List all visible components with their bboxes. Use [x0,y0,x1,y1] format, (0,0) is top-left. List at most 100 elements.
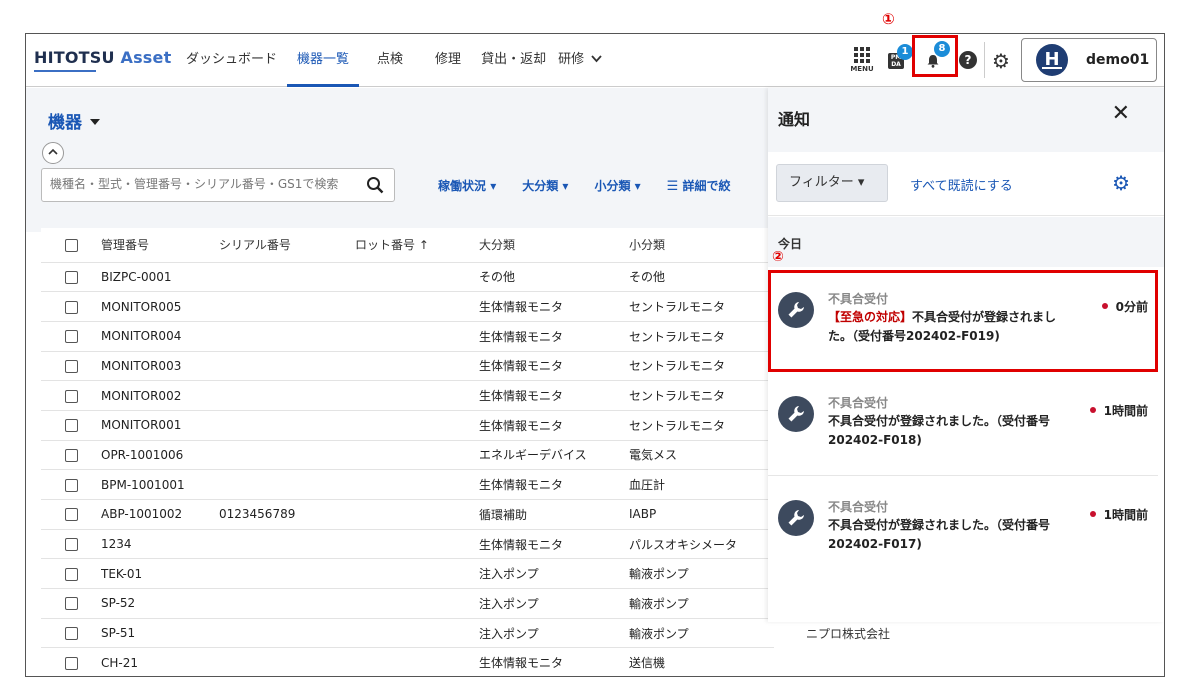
table-row[interactable]: BPM-1001001 生体情報モニタ 血圧計 [41,469,774,500]
logo[interactable]: HITOTSU Asset [34,48,171,67]
table-row[interactable]: MONITOR004 生体情報モニタ セントラルモニタ [41,321,774,352]
cell-lot-number [355,618,479,649]
panel-toolbar: フィルター ▾ すべて既読にする ⚙ [768,152,1164,216]
menu-label: MENU [850,65,874,73]
table-row[interactable]: MONITOR003 生体情報モニタ セントラルモニタ [41,351,774,382]
cell-minor-category: 輸液ポンプ [629,618,774,649]
notification-item[interactable]: 不具合受付 不具合受付が登録されました。（受付番号202402-F017) 1時… [768,478,1158,580]
select-all-checkbox[interactable] [64,238,78,252]
notification-settings-gear-icon[interactable]: ⚙ [1112,171,1130,195]
cell-major-category: 生体情報モニタ [479,380,629,411]
row-checkbox[interactable] [64,478,78,492]
cell-major-category: 生体情報モニタ [479,321,629,352]
cell-manufacturer: ニプロ株式会社 [806,627,891,642]
cell-management-number: SP-52 [101,588,219,619]
col-major-category[interactable]: 大分類 [479,228,629,263]
cell-minor-category: 輸液ポンプ [629,588,774,619]
unread-dot [1089,407,1096,413]
help-icon[interactable]: ? [959,51,977,69]
row-checkbox[interactable] [64,627,78,641]
close-icon[interactable]: ✕ [1112,102,1130,126]
cell-management-number: MONITOR004 [101,321,219,352]
row-checkbox[interactable] [64,656,78,670]
table-row[interactable]: TEK-01 注入ポンプ 輸液ポンプ [41,558,774,590]
cell-lot-number [355,499,479,530]
nav-training-label: 研修 [558,52,585,67]
settings-gear-icon[interactable]: ⚙ [992,49,1010,73]
cell-lot-number [355,410,479,441]
nav-training[interactable]: 研修 [552,34,608,87]
notification-message: 不具合受付が登録されました。（受付番号202402-F018) [828,412,1058,450]
notification-message: 不具合受付が登録されました。（受付番号202402-F017) [828,516,1058,554]
cell-major-category: 循環補助 [479,499,629,530]
row-checkbox[interactable] [64,270,78,284]
search-input[interactable] [50,177,356,191]
notification-item[interactable]: 不具合受付 不具合受付が登録されました。（受付番号202402-F018) 1時… [768,374,1158,476]
cell-serial-number [219,380,355,411]
notification-item[interactable]: 不具合受付 【至急の対応】不具合受付が登録されました。（受付番号202402-F… [768,270,1158,372]
col-lot-number[interactable]: ロット番号 ↑ [355,228,479,263]
table-row[interactable]: SP-52 注入ポンプ 輸液ポンプ [41,588,774,619]
col-management-number[interactable]: 管理番号 [101,228,219,263]
cell-serial-number [219,647,355,676]
col-minor-category[interactable]: 小分類 [629,228,774,263]
cell-minor-category: IABP [629,499,774,530]
row-checkbox[interactable] [64,419,78,433]
wrench-icon [778,292,814,328]
urgent-tag: 【至急の対応】 [828,310,913,324]
menu-button[interactable]: MENU [849,47,875,73]
cell-major-category: 注入ポンプ [479,588,629,619]
row-checkbox-cell [41,499,101,530]
page-title[interactable]: 機器 [48,108,100,133]
row-checkbox[interactable] [64,538,78,552]
search-icon[interactable] [366,176,384,194]
pmda-icon[interactable]: PM DA 1 [888,44,913,69]
table-row[interactable]: MONITOR005 生体情報モニタ セントラルモニタ [41,291,774,322]
filter-detail[interactable]: ☰ 詳細で絞 [667,177,731,194]
logo-sub: Asset [120,48,172,67]
filter-major[interactable]: 大分類 ▾ [522,177,568,194]
table-row[interactable]: OPR-1001006 エネルギーデバイス 電気メス [41,440,774,471]
table-row[interactable]: CH-21 生体情報モニタ 送信機 [41,647,774,676]
cell-minor-category: セントラルモニタ [629,380,774,411]
cell-serial-number [219,410,355,441]
notification-bell-button[interactable]: 8 [912,35,958,77]
nav-lending[interactable]: 貸出・返却 [475,34,552,87]
row-checkbox[interactable] [64,448,78,462]
row-checkbox-cell [41,291,101,322]
filter-status[interactable]: 稼働状況 ▾ [438,177,496,194]
cell-lot-number [355,558,479,590]
table-row[interactable]: BIZPC-0001 その他 その他 [41,262,774,293]
mark-all-read-link[interactable]: すべて既読にする [910,175,1013,194]
nav-repair[interactable]: 修理 [421,34,475,87]
main-nav: ダッシュボード 機器一覧 点検 修理 貸出・返却 研修 [176,34,608,87]
row-checkbox[interactable] [64,567,78,581]
cell-serial-number [219,440,355,471]
today-section: 今日 ② [768,217,1164,267]
user-menu-button[interactable]: H demo01 [1021,38,1157,82]
cell-serial-number [219,558,355,590]
row-checkbox[interactable] [64,508,78,522]
notification-filter-button[interactable]: フィルター ▾ [776,164,888,202]
row-checkbox[interactable] [64,300,78,314]
collapse-button[interactable] [42,142,64,164]
row-checkbox[interactable] [64,597,78,611]
col-serial-number[interactable]: シリアル番号 [219,228,355,263]
table-row[interactable]: 1234 生体情報モニタ パルスオキシメータ [41,529,774,560]
cell-management-number: 1234 [101,529,219,560]
table-row[interactable]: MONITOR001 生体情報モニタ セントラルモニタ [41,410,774,441]
table-row[interactable]: SP-51 注入ポンプ 輸液ポンプ [41,618,774,649]
filter-detail-label: 詳細で絞 [682,179,731,193]
row-checkbox[interactable] [64,359,78,373]
table-row[interactable]: MONITOR002 生体情報モニタ セントラルモニタ [41,380,774,411]
notification-badge: 8 [934,41,950,57]
nav-inspection[interactable]: 点検 [359,34,421,87]
nav-dashboard[interactable]: ダッシュボード [176,34,287,87]
app-window: HITOTSU Asset ダッシュボード 機器一覧 点検 修理 貸出・返却 研… [25,33,1165,677]
filter-minor[interactable]: 小分類 ▾ [594,177,640,194]
nav-device-list[interactable]: 機器一覧 [287,34,360,87]
table-row[interactable]: ABP-1001002 0123456789 循環補助 IABP [41,499,774,530]
row-checkbox[interactable] [64,330,78,344]
row-checkbox[interactable] [64,389,78,403]
cell-lot-number [355,380,479,411]
